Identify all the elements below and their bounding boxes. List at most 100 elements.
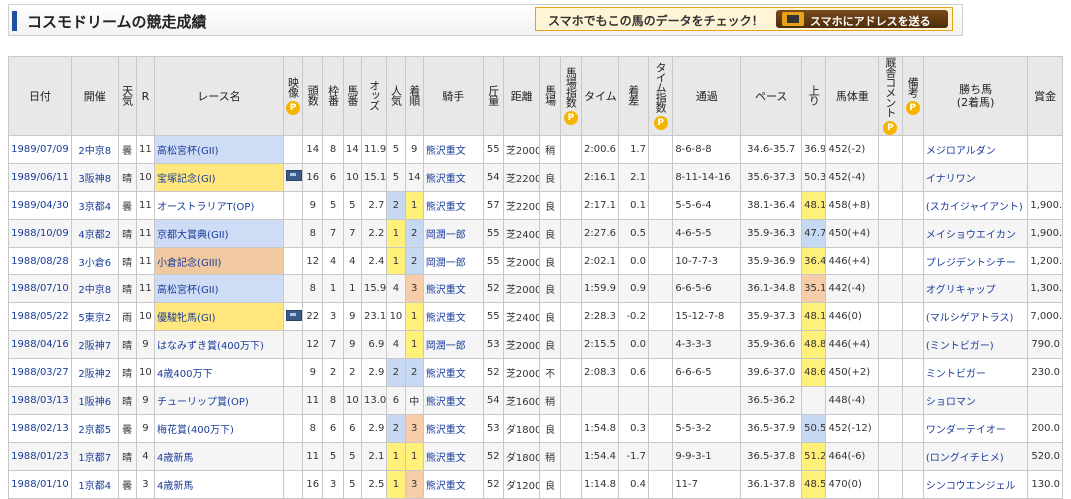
cell-date-link[interactable]: 1989/06/11 — [11, 172, 69, 183]
cell-jockey-link[interactable]: 岡潤一郎 — [426, 230, 466, 241]
cell-jockey[interactable]: 熊沢重文 — [422, 413, 484, 443]
cell-venue[interactable]: 2阪神2 — [70, 358, 119, 388]
cell-date[interactable]: 1988/02/13 — [8, 413, 72, 443]
cell-date-link[interactable]: 1988/10/09 — [11, 228, 69, 239]
cell-venue-link[interactable]: 1阪神6 — [78, 397, 111, 408]
cell-jockey[interactable]: 熊沢重文 — [422, 274, 484, 304]
cell-jockey-link[interactable]: 熊沢重文 — [426, 313, 466, 324]
cell-venue-link[interactable]: 4京都2 — [78, 230, 111, 241]
cell-winner[interactable]: (スカイジャイアント) — [922, 190, 1029, 220]
cell-date[interactable]: 1988/07/10 — [8, 274, 72, 304]
cell-winner[interactable]: ワンダーテイオー — [922, 413, 1029, 443]
cell-jockey[interactable]: 熊沢重文 — [422, 190, 484, 220]
cell-venue[interactable]: 2中京8 — [70, 135, 119, 164]
cell-venue-link[interactable]: 3京都4 — [78, 202, 111, 213]
cell-winner[interactable]: (ミントビガー) — [922, 330, 1029, 360]
cell-date-link[interactable]: 1988/01/23 — [11, 451, 69, 462]
cell-venue-link[interactable]: 2中京8 — [78, 146, 111, 157]
cell-winner[interactable]: (ロングイチヒメ) — [922, 441, 1029, 471]
cell-race-name-link[interactable]: 高松宮杯(GII) — [157, 285, 218, 296]
cell-date[interactable]: 1988/08/28 — [8, 246, 72, 276]
cell-venue[interactable]: 5東京2 — [70, 302, 119, 332]
cell-jockey-link[interactable]: 熊沢重文 — [426, 397, 466, 408]
cell-date[interactable]: 1988/03/27 — [8, 358, 72, 388]
cell-race-name[interactable]: 小倉記念(GIII) — [154, 246, 284, 276]
cell-race-name-link[interactable]: オーストラリアT(OP) — [157, 202, 254, 213]
cell-winner-link[interactable]: (ミントビガー) — [926, 341, 994, 352]
cell-venue[interactable]: 3阪神8 — [70, 162, 119, 192]
cell-date[interactable]: 1988/04/16 — [8, 330, 72, 360]
cell-date-link[interactable]: 1988/03/13 — [11, 395, 69, 406]
cell-date[interactable]: 1988/05/22 — [8, 302, 72, 332]
cell-winner[interactable]: ショロマン — [922, 386, 1029, 415]
cell-venue[interactable]: 1京都4 — [70, 469, 119, 499]
cell-date[interactable]: 1988/10/09 — [8, 218, 72, 248]
cell-venue-link[interactable]: 5東京2 — [78, 313, 111, 324]
cell-race-name-link[interactable]: はなみずき賞(400万下) — [157, 341, 264, 352]
cell-jockey-link[interactable]: 熊沢重文 — [426, 146, 466, 157]
cell-winner-link[interactable]: ショロマン — [926, 397, 976, 408]
cell-date[interactable]: 1989/06/11 — [8, 162, 72, 192]
cell-date[interactable]: 1988/01/10 — [8, 469, 72, 499]
cell-jockey-link[interactable]: 岡潤一郎 — [426, 258, 466, 269]
cell-race-name-link[interactable]: 小倉記念(GIII) — [157, 258, 221, 269]
cell-race-name-link[interactable]: チューリップ賞(OP) — [157, 397, 249, 408]
cell-jockey-link[interactable]: 熊沢重文 — [426, 369, 466, 380]
cell-date-link[interactable]: 1988/03/27 — [11, 367, 69, 378]
cell-winner[interactable]: メイショウエイカン — [922, 218, 1029, 248]
video-icon[interactable] — [285, 170, 302, 182]
cell-race-name-link[interactable]: 高松宮杯(GII) — [157, 146, 218, 157]
cell-venue-link[interactable]: 2中京8 — [78, 285, 111, 296]
cell-winner-link[interactable]: メジロアルダン — [926, 146, 996, 157]
cell-jockey[interactable]: 熊沢重文 — [422, 358, 484, 388]
cell-race-name[interactable]: はなみずき賞(400万下) — [154, 330, 284, 360]
cell-race-name[interactable]: 優駿牝馬(GI) — [154, 302, 284, 332]
cell-date[interactable]: 1988/01/23 — [8, 441, 72, 471]
cell-jockey-link[interactable]: 熊沢重文 — [426, 453, 466, 464]
cell-race-name-link[interactable]: 梅花賞(400万下) — [157, 425, 234, 436]
cell-winner-link[interactable]: イナリワン — [926, 174, 976, 185]
cell-jockey-link[interactable]: 熊沢重文 — [426, 425, 466, 436]
cell-venue[interactable]: 3京都4 — [70, 190, 119, 220]
cell-venue[interactable]: 3小倉6 — [70, 246, 119, 276]
cell-race-name-link[interactable]: 4歳新馬 — [157, 453, 193, 464]
cell-venue[interactable]: 2中京8 — [70, 274, 119, 304]
cell-winner-link[interactable]: オグリキャップ — [926, 285, 996, 296]
cell-jockey[interactable]: 熊沢重文 — [422, 135, 484, 164]
cell-race-name-link[interactable]: 4歳新馬 — [157, 481, 193, 492]
cell-jockey-link[interactable]: 熊沢重文 — [426, 202, 466, 213]
cell-winner-link[interactable]: (マルシゲアトラス) — [926, 313, 1014, 324]
cell-jockey[interactable]: 岡潤一郎 — [422, 330, 484, 360]
cell-winner[interactable]: メジロアルダン — [922, 135, 1029, 164]
cell-winner[interactable]: ミントビガー — [922, 358, 1029, 388]
cell-jockey-link[interactable]: 熊沢重文 — [426, 174, 466, 185]
cell-jockey[interactable]: 岡潤一郎 — [422, 246, 484, 276]
cell-race-name[interactable]: 高松宮杯(GII) — [154, 274, 284, 304]
cell-venue-link[interactable]: 2京都5 — [78, 425, 111, 436]
cell-race-name-link[interactable]: 4歳400万下 — [157, 369, 212, 380]
video-icon[interactable] — [285, 309, 302, 321]
cell-winner-link[interactable]: (スカイジャイアント) — [926, 202, 1023, 213]
send-to-smartphone-button[interactable]: スマホにアドレスを送る — [776, 10, 948, 28]
cell-date-link[interactable]: 1988/08/28 — [11, 256, 69, 267]
cell-winner-link[interactable]: (ロングイチヒメ) — [926, 453, 1004, 464]
cell-date-link[interactable]: 1988/02/13 — [11, 423, 69, 434]
cell-race-name-link[interactable]: 京都大賞典(GII) — [157, 230, 228, 241]
cell-venue[interactable]: 4京都2 — [70, 218, 119, 248]
cell-jockey[interactable]: 岡潤一郎 — [422, 218, 484, 248]
cell-race-name-link[interactable]: 優駿牝馬(GI) — [157, 313, 216, 324]
cell-venue-link[interactable]: 3小倉6 — [78, 258, 111, 269]
cell-jockey-link[interactable]: 熊沢重文 — [426, 481, 466, 492]
cell-jockey[interactable]: 熊沢重文 — [422, 469, 484, 499]
cell-winner-link[interactable]: ミントビガー — [926, 369, 986, 380]
cell-jockey[interactable]: 熊沢重文 — [422, 302, 484, 332]
cell-race-name[interactable]: オーストラリアT(OP) — [154, 190, 284, 220]
cell-race-name[interactable]: 4歳新馬 — [154, 469, 284, 499]
cell-date[interactable]: 1988/03/13 — [8, 386, 72, 415]
cell-race-name[interactable]: 4歳400万下 — [154, 358, 284, 388]
cell-race-name[interactable]: 高松宮杯(GII) — [154, 135, 284, 164]
cell-date-link[interactable]: 1988/05/22 — [11, 311, 69, 322]
cell-race-name[interactable]: 4歳新馬 — [154, 441, 284, 471]
cell-winner-link[interactable]: メイショウエイカン — [926, 230, 1016, 241]
cell-race-name[interactable]: 京都大賞典(GII) — [154, 218, 284, 248]
